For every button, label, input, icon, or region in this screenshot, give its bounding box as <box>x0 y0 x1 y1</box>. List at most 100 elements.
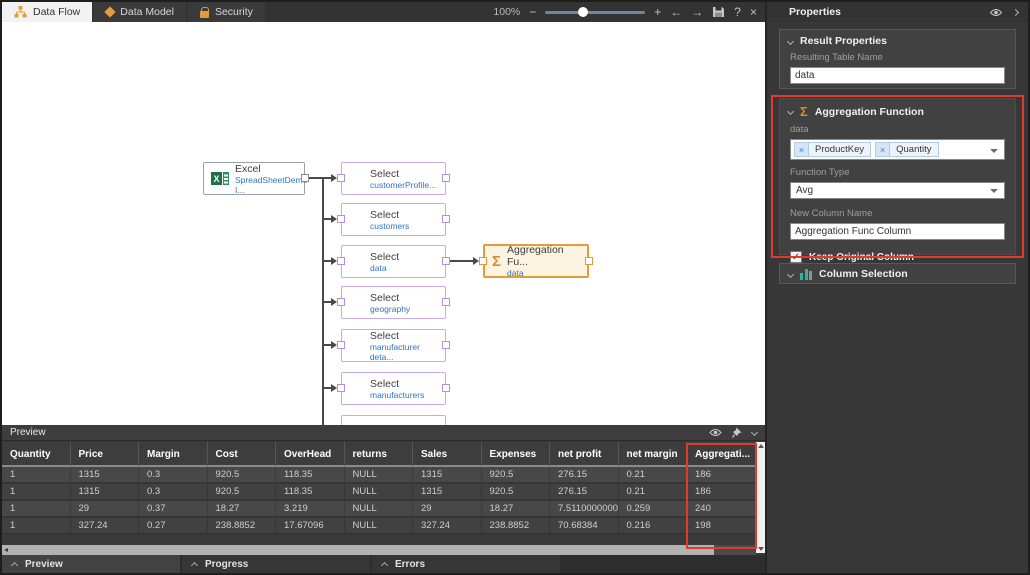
section-header[interactable]: Σ Aggregation Function <box>780 99 1015 121</box>
tab-label: Preview <box>25 559 63 570</box>
node-select-manufacturers[interactable]: Selectmanufacturers <box>341 372 446 405</box>
cell: 18.27 <box>482 501 551 516</box>
node-select-customerprofile[interactable]: SelectcustomerProfile... <box>341 162 446 195</box>
zoom-slider[interactable] <box>545 11 645 14</box>
node-excel-source[interactable]: X ExcelSpreadSheetDemo I... <box>203 162 305 195</box>
node-select-manufacturer-details[interactable]: Selectmanufacturer deta... <box>341 329 446 362</box>
section-header[interactable]: Result Properties <box>780 30 1015 49</box>
table-row[interactable]: 1327.240.27238.885217.67096NULL327.24238… <box>2 518 756 535</box>
chevron-up-icon <box>191 562 198 569</box>
output-port[interactable] <box>442 384 450 392</box>
output-port[interactable] <box>442 174 450 182</box>
cell: 327.24 <box>413 518 482 533</box>
zoom-out-button[interactable]: − <box>529 5 536 19</box>
chevron-down-icon <box>787 270 794 277</box>
output-port[interactable] <box>442 341 450 349</box>
flow-canvas[interactable]: X ExcelSpreadSheetDemo I... Selectcustom… <box>2 22 765 425</box>
node-select-geography[interactable]: Selectgeography <box>341 286 446 319</box>
dropdown-caret-icon[interactable] <box>990 149 998 153</box>
node-select-data[interactable]: Selectdata <box>341 245 446 278</box>
data-flow-icon <box>14 6 27 18</box>
cell: 118.35 <box>276 467 345 482</box>
chip-remove-icon[interactable]: × <box>795 143 809 156</box>
cell: 1315 <box>413 484 482 499</box>
tab-security[interactable]: Security <box>188 2 265 22</box>
zoom-in-button[interactable]: + <box>654 5 661 19</box>
column-header[interactable]: returns <box>345 442 414 467</box>
eye-icon[interactable] <box>709 428 722 437</box>
table-row[interactable]: 1290.3718.273.219NULL2918.277.5110000000… <box>2 501 756 518</box>
column-header[interactable]: Expenses <box>482 442 551 467</box>
node-subtitle: SpreadSheetDemo I... <box>235 175 307 195</box>
dropdown-caret-icon <box>990 189 998 193</box>
undo-button[interactable]: ← <box>670 5 682 19</box>
tab-progress[interactable]: Progress <box>182 555 370 573</box>
tab-label: Errors <box>395 559 425 570</box>
chevron-up-icon <box>381 562 388 569</box>
tab-data-model[interactable]: Data Model <box>94 2 186 22</box>
lock-icon <box>200 11 209 18</box>
table-row[interactable]: 113150.3920.5118.35NULL1315920.5276.150.… <box>2 484 756 501</box>
column-header[interactable]: Sales <box>413 442 482 467</box>
output-port[interactable] <box>442 215 450 223</box>
column-header[interactable]: Aggregati... <box>687 442 756 467</box>
input-port[interactable] <box>337 174 345 182</box>
columns-icon <box>800 268 812 280</box>
cell: 276.15 <box>550 467 619 482</box>
output-port[interactable] <box>585 257 593 265</box>
table-row[interactable]: 113150.3920.5118.35NULL1315920.5276.150.… <box>2 467 756 484</box>
node-aggregation-function[interactable]: Σ Aggregation Fu...data <box>483 244 589 278</box>
chip-remove-icon[interactable]: × <box>876 143 890 156</box>
collapse-panel-icon[interactable] <box>751 429 758 436</box>
scroll-up-icon[interactable] <box>758 444 764 448</box>
close-button[interactable]: × <box>750 5 757 19</box>
eye-icon[interactable] <box>989 8 1003 17</box>
tab-preview[interactable]: Preview <box>2 555 180 573</box>
cell: 29 <box>71 501 140 516</box>
save-icon[interactable] <box>712 6 725 18</box>
column-header[interactable]: Quantity <box>2 442 71 467</box>
cell: 0.21 <box>619 467 688 482</box>
vertical-scrollbar[interactable] <box>756 442 765 553</box>
scrollbar-thumb[interactable] <box>2 545 714 555</box>
tab-data-flow[interactable]: Data Flow <box>2 2 92 22</box>
diamond-icon <box>105 6 116 17</box>
zoom-slider-thumb[interactable] <box>578 7 588 17</box>
tab-errors[interactable]: Errors <box>372 555 560 573</box>
node-select-customers[interactable]: Selectcustomers <box>341 203 446 236</box>
output-port[interactable] <box>442 257 450 265</box>
column-header[interactable]: Margin <box>139 442 208 467</box>
function-type-dropdown[interactable]: Avg <box>790 182 1005 199</box>
scroll-down-icon[interactable] <box>758 547 764 551</box>
pin-icon[interactable] <box>732 427 742 438</box>
column-header[interactable]: net profit <box>550 442 619 467</box>
input-port[interactable] <box>337 384 345 392</box>
column-header[interactable]: Cost <box>208 442 277 467</box>
input-port[interactable] <box>337 341 345 349</box>
column-header[interactable]: net margin <box>619 442 688 467</box>
column-header[interactable]: Price <box>71 442 140 467</box>
cell: 238.8852 <box>208 518 277 533</box>
keep-original-checkbox[interactable]: ✓ <box>790 251 802 263</box>
input-port[interactable] <box>479 257 487 265</box>
help-button[interactable]: ? <box>734 5 741 19</box>
output-port[interactable] <box>301 174 309 182</box>
collapse-panel-icon[interactable] <box>1012 8 1019 15</box>
column-header[interactable]: OverHead <box>276 442 345 467</box>
cell: NULL <box>345 484 414 499</box>
input-port[interactable] <box>337 215 345 223</box>
sigma-icon: Σ <box>492 253 501 270</box>
group-by-columns-multiselect[interactable]: × ProductKey × Quantity <box>790 139 1005 160</box>
excel-icon: X <box>211 172 229 185</box>
redo-button[interactable]: → <box>691 5 703 19</box>
resulting-table-name-input[interactable] <box>790 67 1005 84</box>
output-port[interactable] <box>442 298 450 306</box>
input-port[interactable] <box>337 257 345 265</box>
horizontal-scrollbar[interactable] <box>2 545 756 555</box>
scroll-left-icon[interactable] <box>4 548 8 552</box>
input-port[interactable] <box>337 298 345 306</box>
cell: NULL <box>345 467 414 482</box>
node-select-partial[interactable] <box>341 415 446 425</box>
new-column-name-input[interactable] <box>790 223 1005 240</box>
section-header[interactable]: Column Selection <box>780 264 1015 282</box>
